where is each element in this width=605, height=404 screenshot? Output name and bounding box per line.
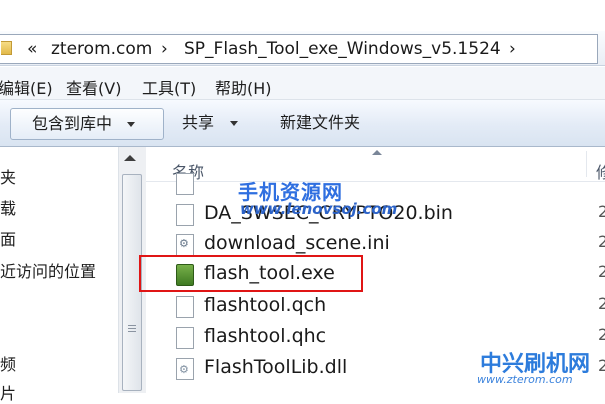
navigation-pane: 夹 载 面 近访问的位置 频 片 xyxy=(0,147,118,403)
menu-view[interactable]: 查看(V) xyxy=(66,75,121,99)
menu-bar: 编辑(E) 查看(V) 工具(T) 帮助(H) xyxy=(0,67,605,100)
file-icon xyxy=(176,296,194,318)
share-label: 共享 xyxy=(182,113,215,132)
watermark-top-url: www.lenovsoj.com xyxy=(240,200,398,218)
highlight-box xyxy=(139,255,363,292)
new-folder-label: 新建文件夹 xyxy=(280,113,361,132)
column-date-modified[interactable]: 修 xyxy=(596,159,605,183)
nav-item-pictures[interactable]: 片 xyxy=(0,380,16,404)
file-date: 2 xyxy=(598,262,605,281)
file-name: FlashToolLib.dll xyxy=(204,356,348,378)
new-folder-button[interactable]: 新建文件夹 xyxy=(280,108,380,138)
breadcrumb-separator-icon[interactable]: › xyxy=(509,39,516,59)
menu-edit[interactable]: 编辑(E) xyxy=(0,75,53,99)
breadcrumb-separator-icon[interactable]: › xyxy=(161,39,168,59)
grip-line xyxy=(128,331,136,332)
address-field[interactable]: « zterom.com › SP_Flash_Tool_exe_Windows… xyxy=(0,34,598,64)
dll-file-icon xyxy=(176,358,194,380)
breadcrumb-zterom[interactable]: zterom.com xyxy=(51,39,152,59)
chevron-down-icon xyxy=(127,122,135,127)
chevron-down-icon xyxy=(230,121,238,126)
file-icon xyxy=(176,173,194,195)
menu-help[interactable]: 帮助(H) xyxy=(215,75,272,99)
include-in-library-label: 包含到库中 xyxy=(32,114,113,133)
nav-item-videos[interactable]: 频 xyxy=(0,351,16,375)
column-divider[interactable] xyxy=(586,151,587,177)
command-bar: 包含到库中 共享 新建文件夹 xyxy=(0,100,605,147)
watermark-bottom-url: www.zterom.com xyxy=(477,373,573,386)
file-date: 2 xyxy=(598,232,605,251)
file-name: flashtool.qhc xyxy=(204,325,327,347)
file-date: 2 xyxy=(598,202,605,221)
column-header-row: 名称 修 xyxy=(146,147,605,182)
grip-line xyxy=(128,325,136,326)
address-overflow-chevron[interactable]: « xyxy=(27,39,37,59)
nav-item-desktop[interactable]: 面 xyxy=(0,226,16,250)
file-name: download_scene.ini xyxy=(204,232,390,254)
scroll-up-arrow-icon[interactable] xyxy=(124,155,136,161)
grip-line xyxy=(128,328,136,329)
file-date: 2 xyxy=(598,294,605,313)
settings-file-icon xyxy=(176,234,194,256)
include-in-library-button[interactable]: 包含到库中 xyxy=(10,108,164,140)
file-icon xyxy=(176,204,194,226)
file-icon xyxy=(176,327,194,349)
nav-item-recent-places[interactable]: 近访问的位置 xyxy=(0,258,96,282)
sort-up-icon xyxy=(372,150,382,155)
file-row[interactable]: flashtool.qch 2 xyxy=(146,292,605,322)
menu-tools[interactable]: 工具(T) xyxy=(142,75,196,99)
nav-item-downloads[interactable]: 载 xyxy=(0,195,16,219)
nav-item-favorites[interactable]: 夹 xyxy=(0,164,16,188)
share-button[interactable]: 共享 xyxy=(182,108,248,138)
file-date: 2 xyxy=(598,356,605,375)
breadcrumb-current-folder[interactable]: SP_Flash_Tool_exe_Windows_v5.1524 xyxy=(184,39,501,59)
file-name: flashtool.qch xyxy=(204,294,327,316)
address-bar: « zterom.com › SP_Flash_Tool_exe_Windows… xyxy=(0,31,605,66)
folder-icon xyxy=(1,41,12,55)
file-date: 2 xyxy=(598,325,605,344)
